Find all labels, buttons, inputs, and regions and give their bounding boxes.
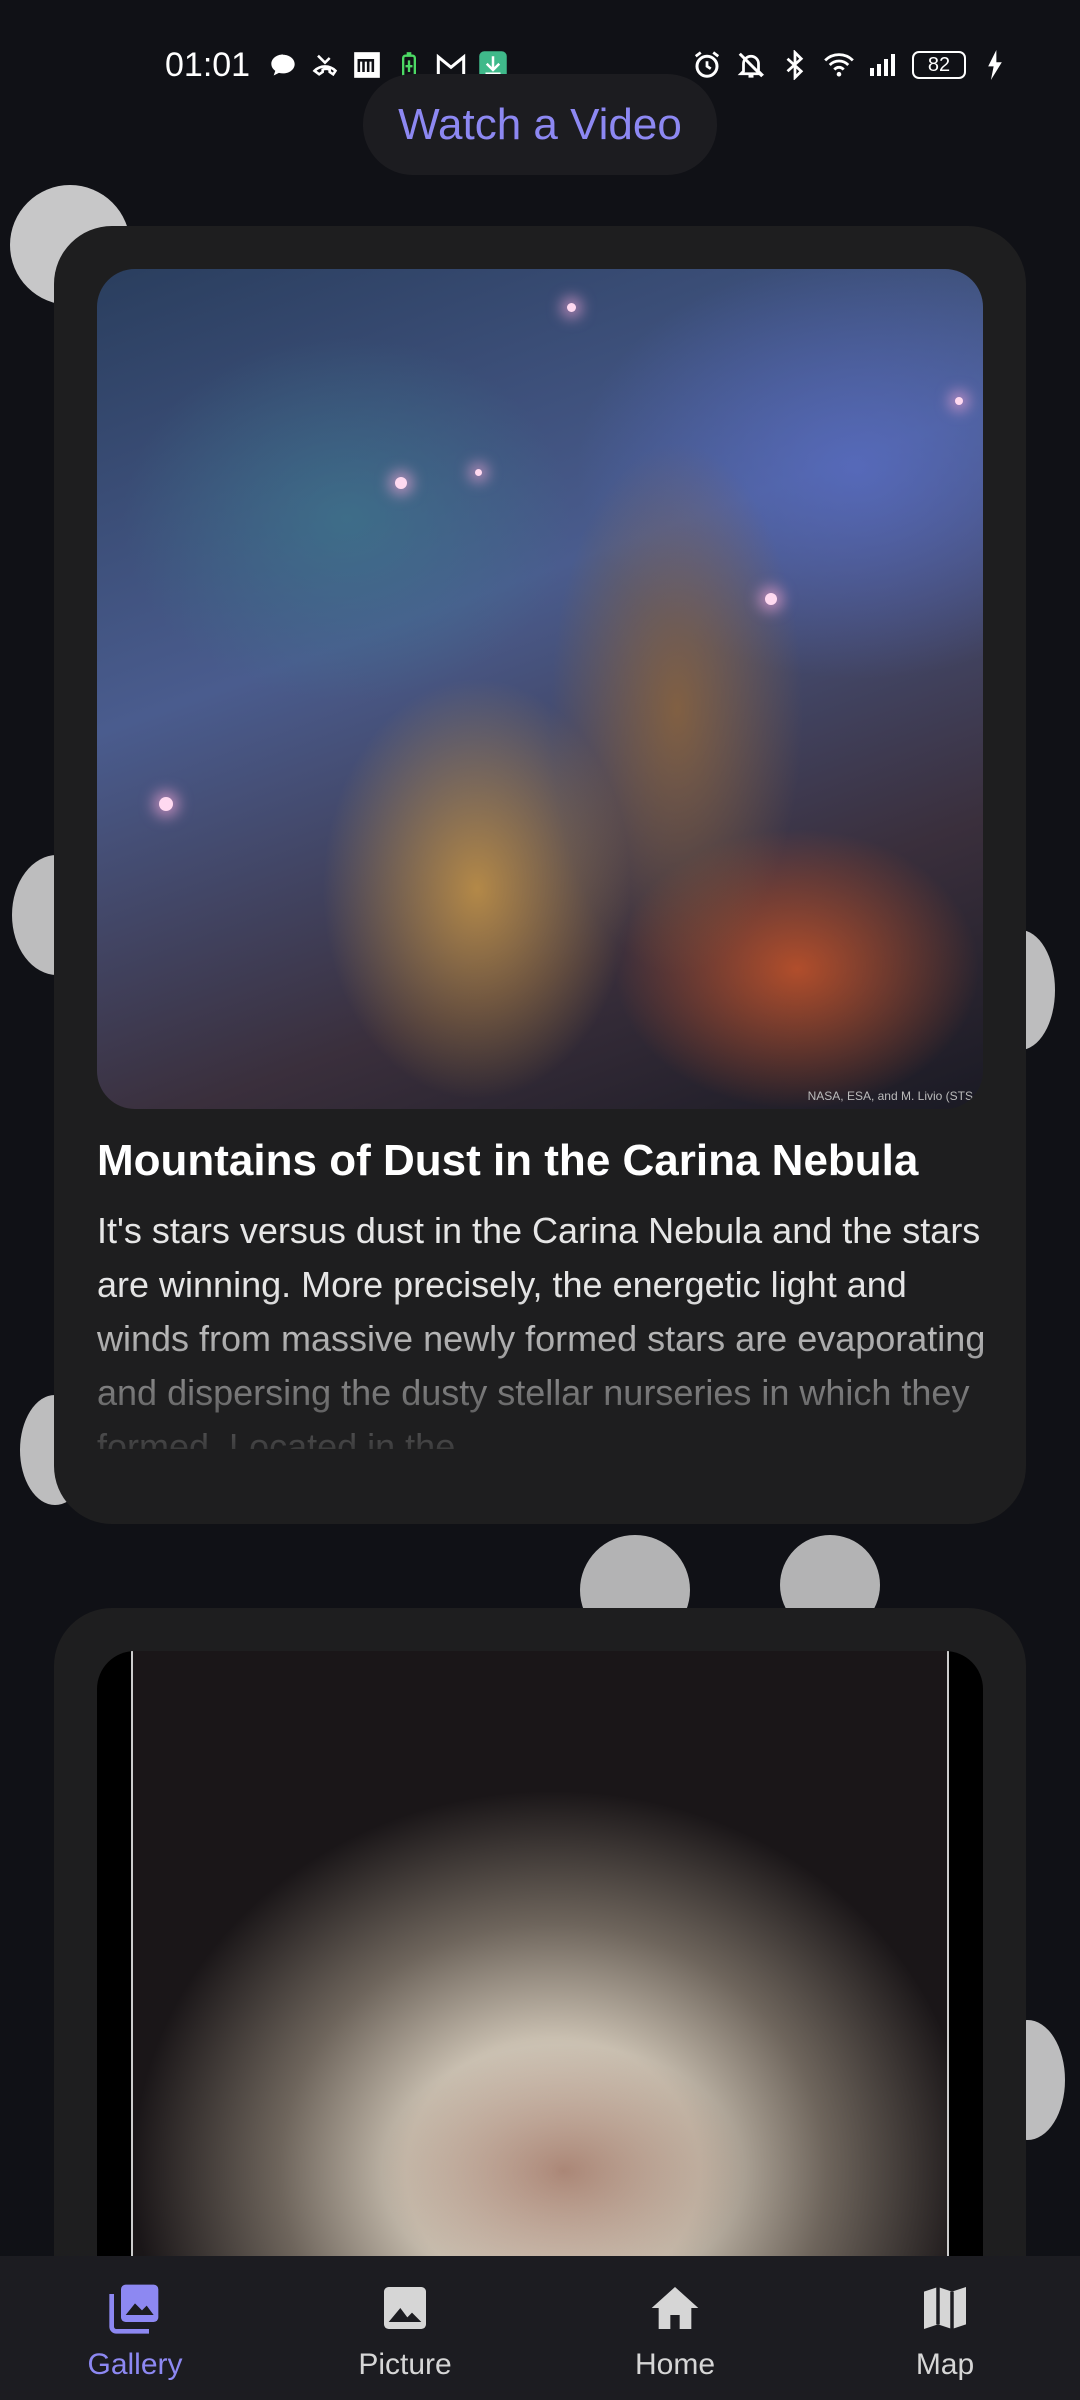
home-icon xyxy=(647,2280,703,2336)
signal-icon xyxy=(868,50,898,80)
star xyxy=(765,593,777,605)
star xyxy=(159,797,173,811)
apod-card[interactable]: NASA, ESA, and M. Livio (STS Mountains o… xyxy=(54,226,1026,1524)
image-credit: NASA, ESA, and M. Livio (STS xyxy=(807,1089,973,1103)
nav-picture[interactable]: Picture xyxy=(305,2256,505,2400)
picture-icon xyxy=(377,2280,433,2336)
nav-label: Home xyxy=(634,2348,716,2381)
nav-label: Gallery xyxy=(87,2348,183,2381)
status-time: 01:01 xyxy=(165,46,251,84)
chat-bubble-icon xyxy=(268,50,298,80)
charging-icon xyxy=(980,50,1010,80)
nav-home[interactable]: Home xyxy=(575,2256,775,2400)
star xyxy=(395,477,407,489)
alarm-icon xyxy=(692,50,722,80)
star xyxy=(955,397,963,405)
map-icon xyxy=(917,2280,973,2336)
star xyxy=(475,469,482,476)
battery-indicator: 82 xyxy=(912,51,966,79)
mute-icon xyxy=(736,50,766,80)
nav-map[interactable]: Map xyxy=(845,2256,1045,2400)
carina-nebula-picture: NASA, ESA, and M. Livio (STS xyxy=(97,269,983,1109)
gallery-icon xyxy=(107,2280,163,2336)
bluetooth-icon xyxy=(780,50,810,80)
missed-call-icon xyxy=(310,50,340,80)
nav-label: Picture xyxy=(358,2348,452,2381)
nav-gallery[interactable]: Gallery xyxy=(35,2256,235,2400)
card-title: Mountains of Dust in the Carina Nebula xyxy=(97,1136,919,1185)
nebula-image[interactable]: NASA, ESA, and M. Livio (STS xyxy=(97,269,983,1109)
m-app-icon xyxy=(352,50,382,80)
nav-label: Map xyxy=(915,2348,975,2381)
bottom-navigation: Gallery Picture Home Map xyxy=(0,2256,1080,2400)
wifi-icon xyxy=(824,50,854,80)
star xyxy=(567,303,576,312)
watch-video-button[interactable]: Watch a Video xyxy=(363,74,717,175)
apod-card[interactable] xyxy=(54,1608,1026,2368)
card-description: It's stars versus dust in the Carina Neb… xyxy=(97,1210,986,1449)
